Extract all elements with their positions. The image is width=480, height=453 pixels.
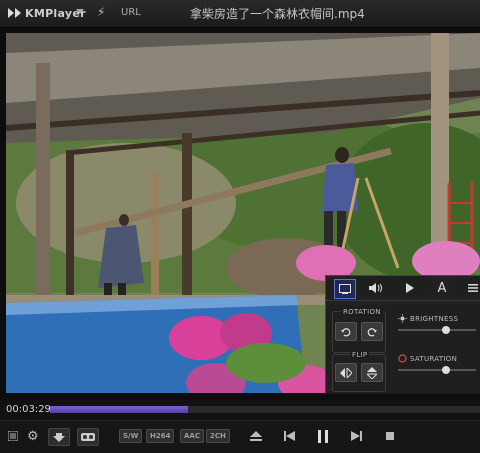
eject-icon [250,431,262,441]
previous-button[interactable] [284,428,295,444]
download-arrow-icon [53,432,65,442]
pause-button[interactable] [318,428,328,444]
playlist-button[interactable] [8,428,18,444]
flip-horizontal-button[interactable] [335,363,357,382]
rotate-left-button[interactable] [335,322,357,341]
menu-dropdown-icon[interactable] [76,9,84,14]
flip-vertical-icon [367,366,377,379]
capture-button[interactable] [48,428,70,446]
settings-button[interactable]: ⚙ [27,428,39,444]
panel-tabs: A [326,276,480,301]
flip-label: FLIP [350,351,370,359]
tab-playback[interactable] [400,279,420,297]
skip-forward-icon [351,431,362,441]
rotation-label: ROTATION [341,308,383,316]
sun-icon [398,314,407,323]
badge-codec[interactable]: H264 [146,429,175,443]
speaker-icon [369,283,382,293]
saturation-icon [398,354,407,363]
next-button[interactable] [351,428,362,444]
vr-glasses-icon [81,433,95,441]
subtitle-a-icon: A [437,280,447,296]
badge-sw[interactable]: S/W [119,429,143,443]
skip-back-icon [284,431,295,441]
badge-channels[interactable]: 2CH [206,429,230,443]
saturation-label: SATURATION [410,355,458,363]
hamburger-icon [468,284,478,292]
flip-vertical-button[interactable] [361,363,383,382]
title-bar: KMPlayer ⚡ URL 拿柴房造了一个森林衣帽间.mp4 [0,0,480,28]
stop-icon [386,432,394,440]
flip-horizontal-icon [340,367,352,378]
rotate-cw-icon [367,327,377,336]
eject-button[interactable] [250,428,262,444]
brightness-label: BRIGHTNESS [410,315,459,323]
brightness-slider[interactable] [398,326,476,334]
lightning-icon[interactable]: ⚡ [97,5,105,19]
km-logo-icon [8,8,21,18]
window-title: 拿柴房造了一个森林衣帽间.mp4 [190,7,365,21]
current-time: 00:03:29 [6,404,51,415]
screen-control-panel: A ROTATION FLIP BRIGHTNESS SATURATION [325,275,480,394]
tab-screen[interactable] [334,279,356,299]
rotate-ccw-icon [341,327,351,336]
seek-bar: 00:03:29 [0,400,480,420]
url-button[interactable]: URL [121,7,141,18]
brightness-knob[interactable] [442,326,451,334]
kmplayer-logo[interactable]: KMPlayer [8,6,86,20]
control-bar: ⚙ S/W H264 AAC 2CH [0,420,480,453]
monitor-icon [339,284,351,294]
play-icon [406,283,414,293]
badge-audio[interactable]: AAC [180,429,204,443]
pause-icon [318,429,328,443]
gear-icon: ⚙ [27,428,39,444]
progress-fill [50,406,188,413]
stop-button[interactable] [386,428,394,444]
list-icon [8,431,18,441]
saturation-slider[interactable] [398,366,476,374]
tab-audio[interactable] [366,279,386,297]
rotate-right-button[interactable] [361,322,383,341]
tab-menu[interactable] [463,279,480,297]
saturation-knob[interactable] [442,366,451,374]
vr-button[interactable] [77,428,99,446]
tab-subtitle[interactable]: A [432,279,452,297]
progress-track[interactable] [50,406,480,413]
